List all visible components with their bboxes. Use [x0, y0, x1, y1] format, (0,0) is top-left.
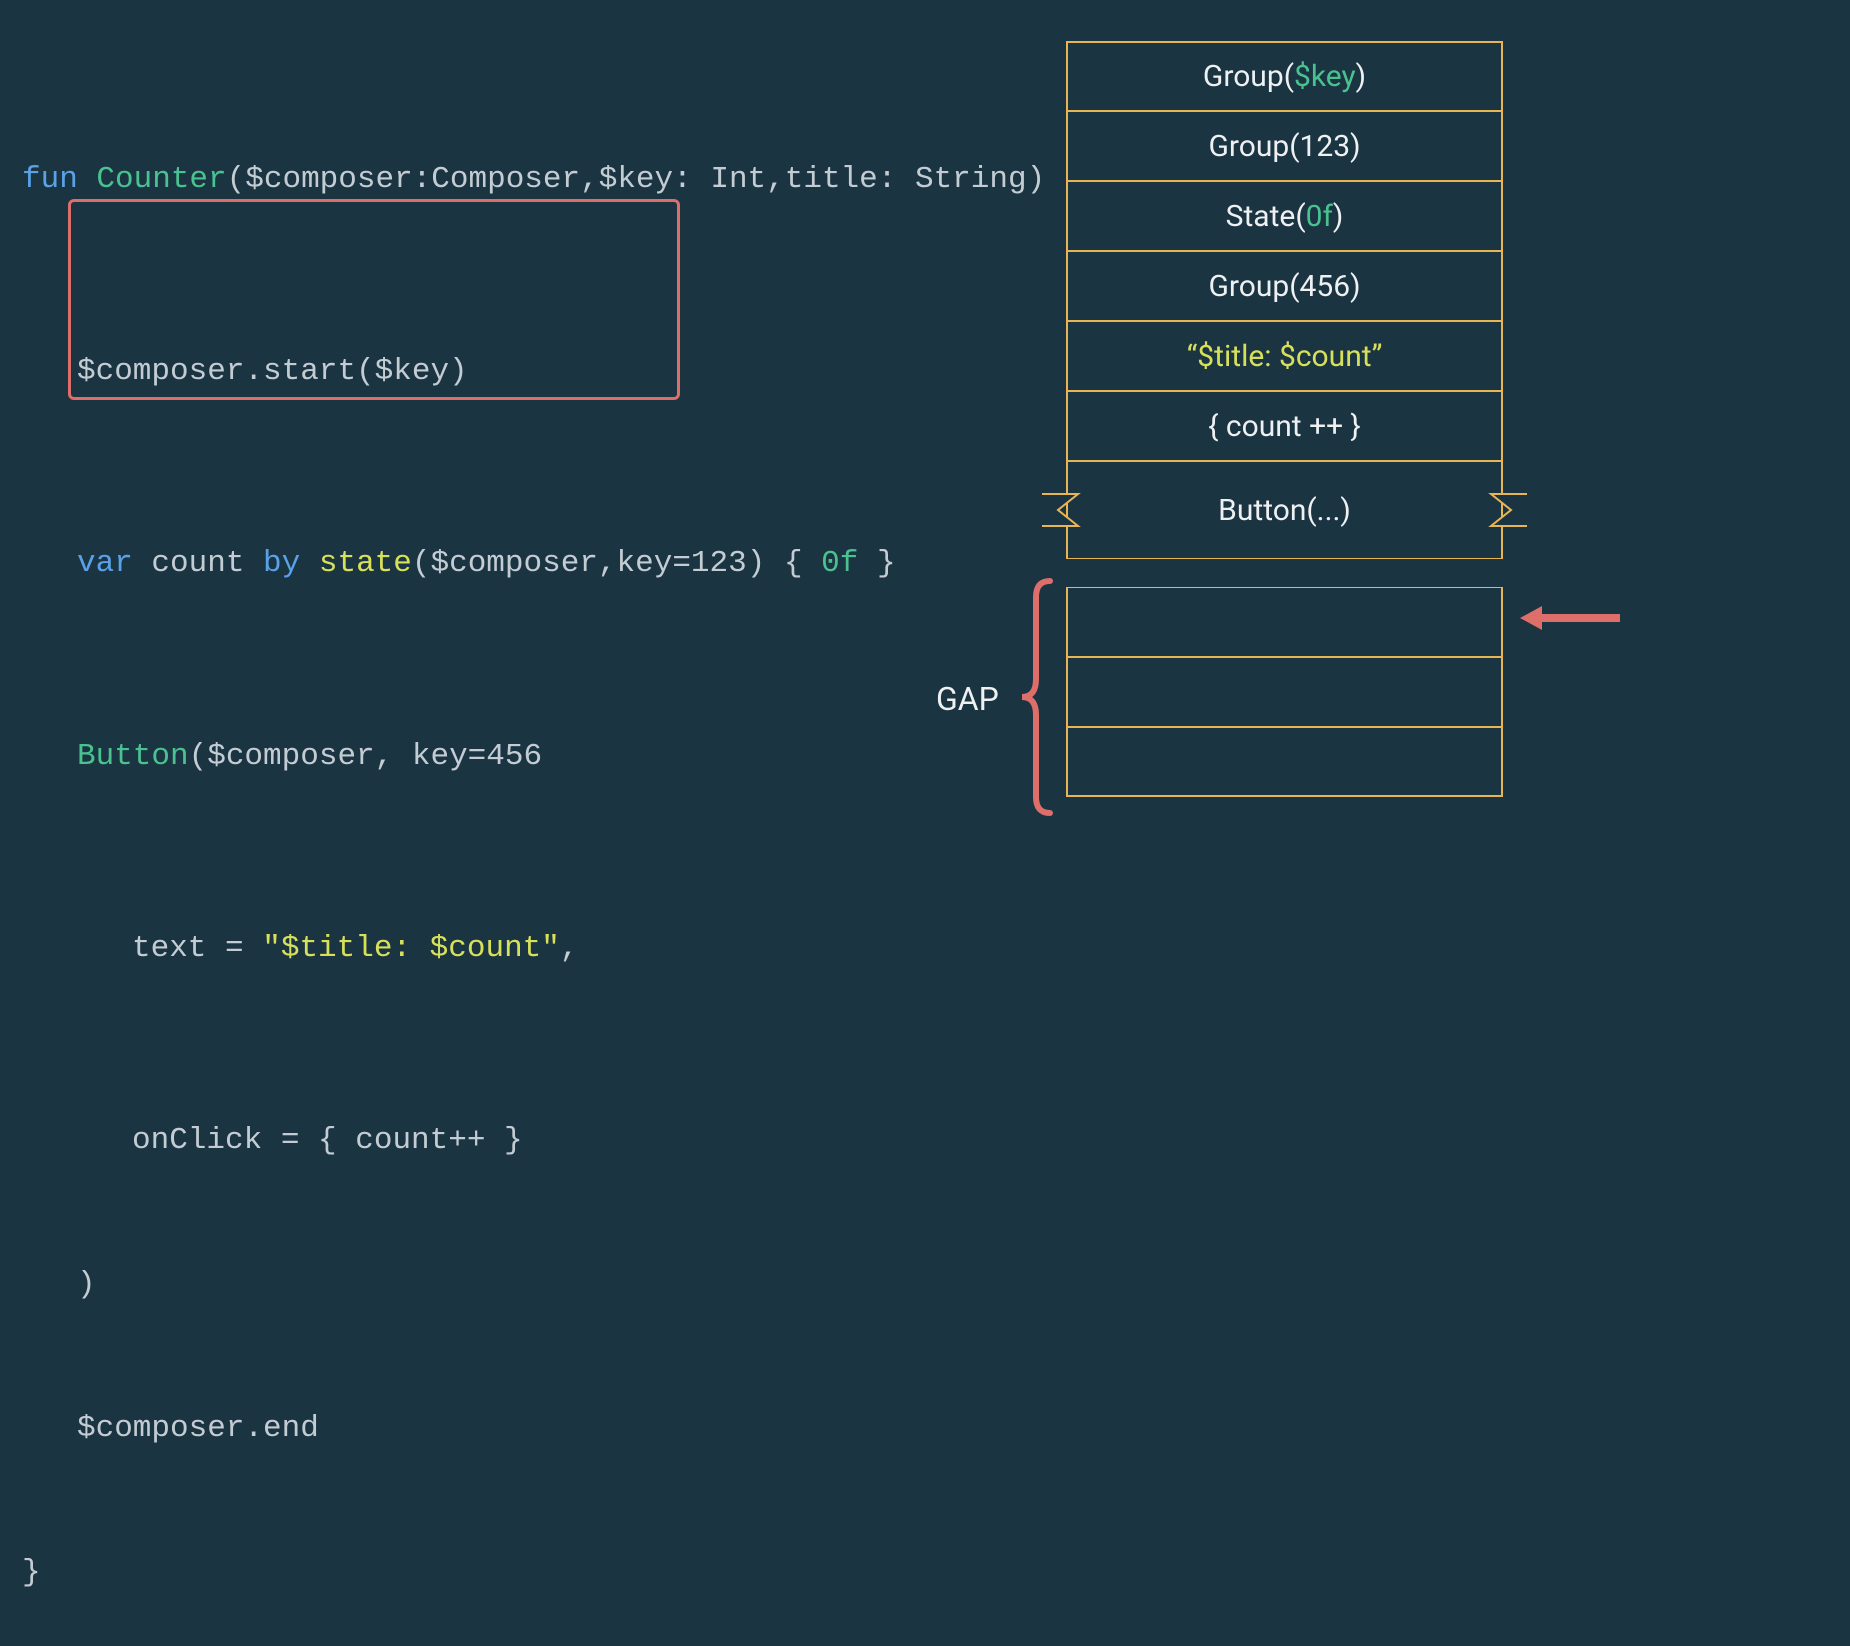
identifier-state: state	[319, 546, 412, 581]
identifier-counter: Counter	[96, 162, 226, 197]
keyword-by: by	[263, 546, 300, 581]
code-l3-mid: count	[133, 546, 263, 581]
slot-group-key: Group($key)	[1066, 41, 1503, 111]
keyword-fun: fun	[22, 162, 78, 197]
table-spacer	[1066, 559, 1503, 587]
gap-slot-1	[1066, 587, 1503, 657]
code-line-4: Button($composer, key=456	[22, 733, 1082, 781]
identifier-button: Button	[77, 739, 189, 774]
code-line-5: text = "$title: $count",	[22, 925, 1082, 973]
gap-label: GAP	[936, 680, 999, 718]
string-title-count: "$title: $count"	[262, 931, 560, 966]
code-line-3: var count by state($composer,key=123) { …	[22, 540, 1082, 588]
slot-title-count: “$title: $count”	[1066, 321, 1503, 391]
code-line-9: }	[22, 1549, 1082, 1597]
code-block: fun Counter($composer:Composer,$key: Int…	[22, 60, 1082, 1646]
code-line-8: $composer.end	[22, 1405, 1082, 1453]
code-l4-rest: ($composer, key=456	[189, 739, 542, 774]
code-line-7: )	[22, 1261, 1082, 1309]
slot-state-0f: State(0f)	[1066, 181, 1503, 251]
slot-table: Group($key) Group(123) State(0f) Group(4…	[1066, 41, 1503, 797]
slot-group-456: Group(456)	[1066, 251, 1503, 321]
slot-var-key: $key	[1294, 59, 1356, 94]
slot-state-value: 0f	[1306, 199, 1333, 234]
arrow-icon	[1520, 603, 1620, 633]
literal-0f: 0f	[821, 546, 858, 581]
gap-slot-3	[1066, 727, 1503, 797]
code-l1-rest: ($composer:Composer,$key: Int,title: Str…	[227, 162, 1083, 197]
code-l3-args: ($composer,key=123)	[412, 546, 765, 581]
code-line-1: fun Counter($composer:Composer,$key: Int…	[22, 156, 1082, 204]
slot-group-123: Group(123)	[1066, 111, 1503, 181]
keyword-var: var	[77, 546, 133, 581]
slot-button: Button(...)	[1066, 461, 1503, 559]
tear-icon-right	[1473, 492, 1531, 528]
gap-slot-2	[1066, 657, 1503, 727]
code-line-2: $composer.start($key)	[22, 348, 1082, 396]
gap-bracket-icon	[1018, 577, 1056, 817]
slot-count-increment: { count ++ }	[1066, 391, 1503, 461]
code-line-6: onClick = { count++ }	[22, 1117, 1082, 1165]
